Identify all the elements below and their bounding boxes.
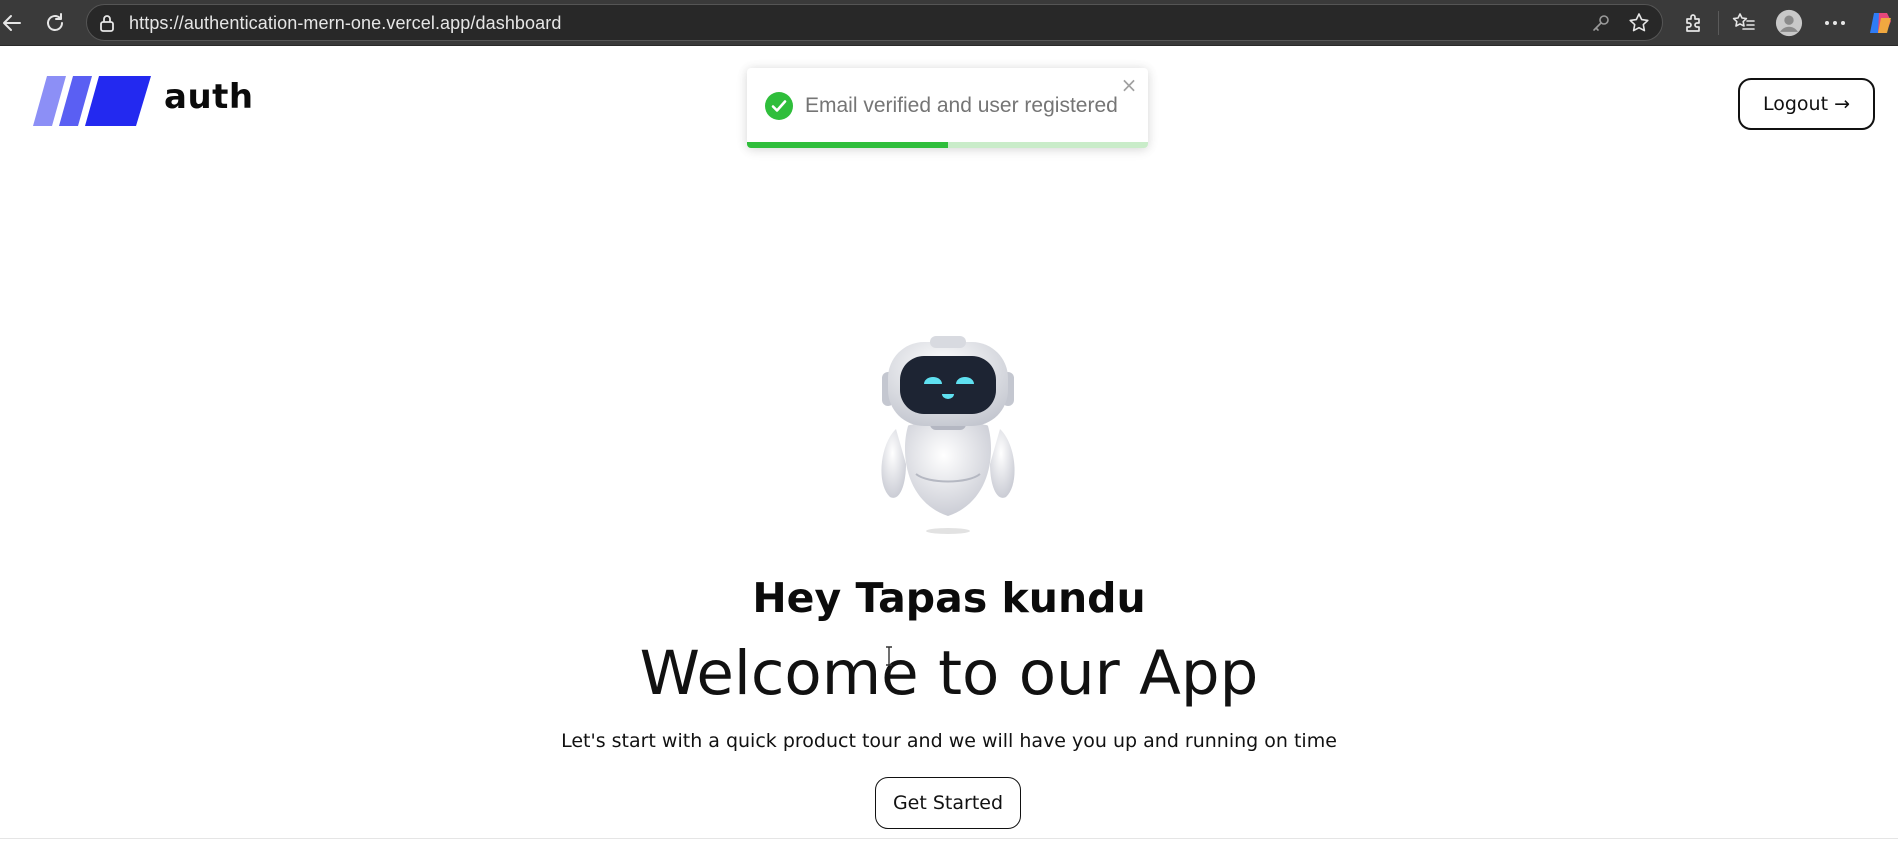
reload-button[interactable] (41, 9, 69, 37)
tour-description: Let's start with a quick product tour an… (561, 730, 1337, 752)
user-greeting: Hey Tapas kundu (752, 574, 1146, 622)
extensions-button[interactable] (1680, 9, 1708, 37)
copilot-button[interactable] (1866, 9, 1894, 37)
more-button[interactable] (1821, 9, 1849, 37)
address-bar[interactable]: https://authentication-mern-one.vercel.a… (86, 4, 1663, 41)
get-started-label: Get Started (892, 792, 1004, 814)
lock-icon[interactable] (99, 14, 115, 36)
puzzle-icon (1686, 14, 1700, 32)
more-icon (1825, 21, 1845, 25)
logout-label: Logout (1763, 93, 1829, 115)
profile-icon (1775, 9, 1803, 37)
url-text[interactable]: https://authentication-mern-one.vercel.a… (129, 13, 561, 34)
key-icon[interactable] (1592, 14, 1610, 36)
reload-icon (47, 13, 63, 31)
page-bottom-divider (0, 838, 1898, 839)
toast-progress-track (747, 142, 1148, 148)
favorites-button[interactable] (1730, 9, 1758, 37)
back-arrow-icon (3, 15, 21, 31)
arrow-right-icon: → (1834, 93, 1850, 115)
toast-close-glyph: × (1120, 73, 1138, 97)
robot-illustration (881, 336, 1015, 534)
brand-name[interactable]: auth (164, 77, 254, 117)
star-icon[interactable] (1628, 12, 1650, 38)
favorites-list-icon (1732, 13, 1755, 30)
logout-button[interactable]: Logout → (1738, 78, 1875, 130)
check-circle-icon (765, 92, 793, 120)
toolbar-divider (1718, 11, 1719, 35)
brand-logo[interactable] (33, 76, 151, 126)
profile-button[interactable] (1775, 9, 1803, 37)
back-button[interactable] (0, 9, 26, 37)
browser-toolbar: https://authentication-mern-one.vercel.a… (0, 0, 1898, 46)
text-cursor-icon (886, 646, 892, 666)
copilot-icon (1870, 13, 1891, 33)
toast-progress-bar (747, 142, 948, 148)
welcome-headline: Welcome to our App (639, 638, 1259, 709)
toast-message: Email verified and user registered (805, 94, 1118, 117)
get-started-button[interactable]: Get Started (875, 777, 1021, 829)
success-toast: Email verified and user registered × (747, 68, 1148, 148)
close-icon[interactable]: × (1118, 74, 1140, 96)
